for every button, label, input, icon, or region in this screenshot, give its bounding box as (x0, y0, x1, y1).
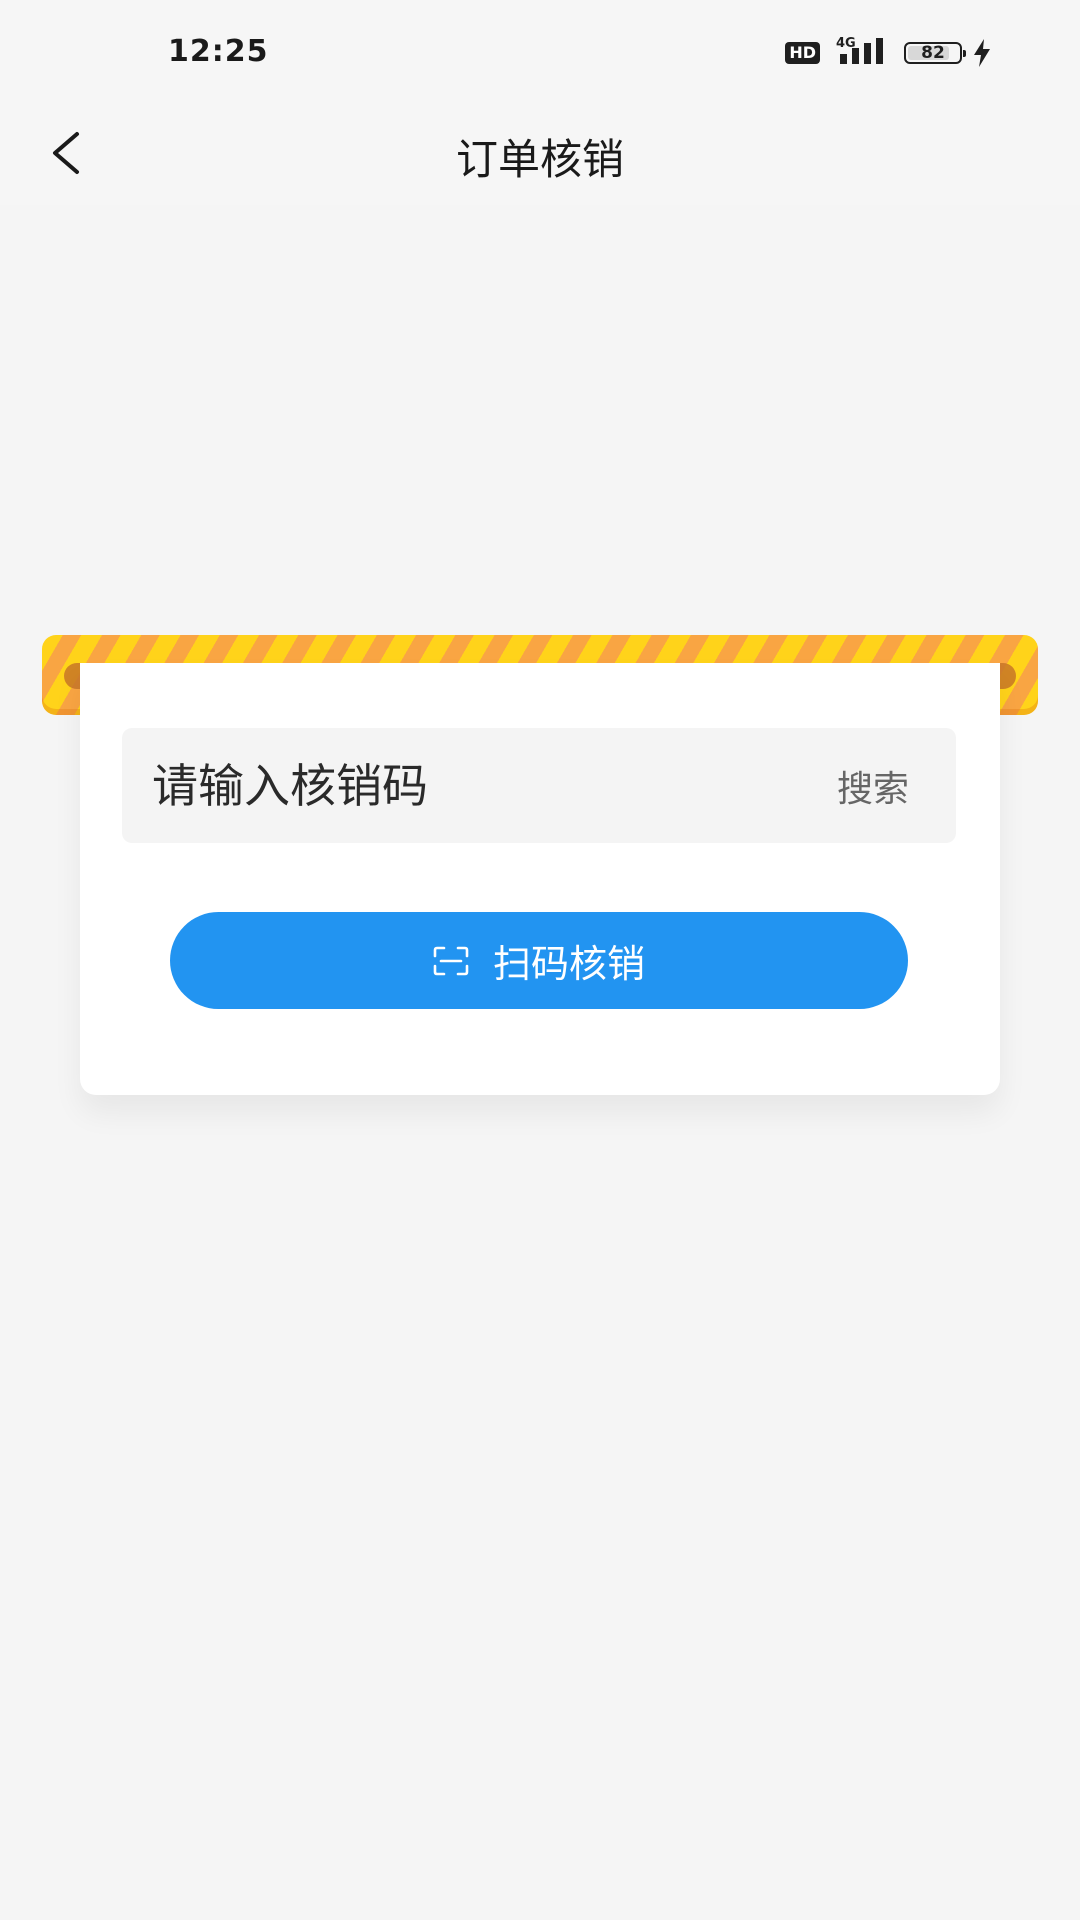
scan-button-label: 扫码核销 (492, 942, 645, 986)
scan-verify-button[interactable]: 扫码核销 (170, 912, 908, 1009)
battery-icon: 82 (904, 42, 966, 64)
battery-level: 82 (921, 43, 945, 63)
search-button[interactable]: 搜索 (818, 760, 928, 812)
scan-icon (433, 946, 469, 975)
nav-bar: 订单核销 (0, 100, 1080, 205)
hd-icon: HD (785, 42, 820, 64)
verification-code-input[interactable] (122, 727, 818, 844)
page-title: 订单核销 (455, 135, 624, 184)
verify-card: 搜索 扫码核销 (80, 663, 1000, 1095)
charging-icon (974, 39, 990, 67)
status-bar: 12:25 HD 4G 82 (0, 0, 1080, 100)
search-box: 搜索 (122, 727, 956, 844)
status-icons: HD 4G 82 (785, 36, 992, 68)
verify-panel: 搜索 扫码核销 (42, 635, 1038, 1095)
status-time: 12:25 (168, 34, 269, 69)
signal-icon: 4G (830, 36, 894, 68)
